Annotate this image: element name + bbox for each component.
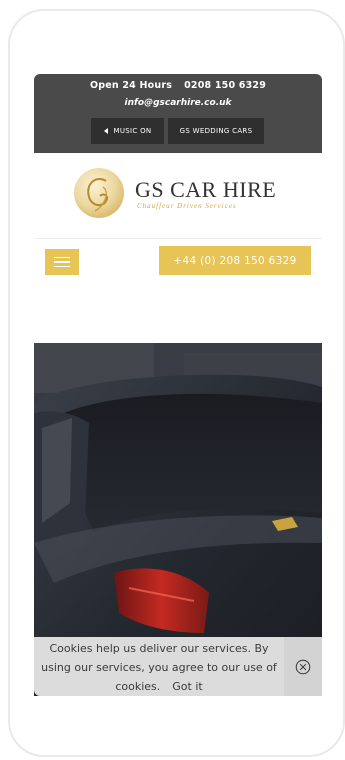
cookie-banner: Cookies help us deliver our services. By… [34, 637, 322, 696]
header-divider [34, 238, 322, 239]
cookie-message: Cookies help us deliver our services. By… [41, 642, 277, 693]
call-phone-button[interactable]: +44 (0) 208 150 6329 [159, 246, 311, 275]
logo-tagline: Chauffeur Driven Services [137, 202, 237, 210]
cookie-message-block: Cookies help us deliver our services. By… [34, 639, 284, 696]
menu-icon-line [54, 265, 70, 268]
topbar-phone-link[interactable]: 0208 150 6329 [184, 80, 266, 91]
opening-hours: Open 24 Hours [89, 80, 173, 91]
top-bar: Open 24 Hours 0208 150 6329 info@gscarhir… [34, 74, 322, 153]
logo-title: GS CAR HIRE [135, 177, 277, 202]
cookie-got-it-link[interactable]: Got it [172, 680, 202, 693]
menu-icon-line [54, 261, 70, 263]
mobile-viewport: Open 24 Hours 0208 150 6329 info@gscarhir… [34, 74, 322, 696]
logo-monogram [74, 168, 124, 218]
contact-line: Open 24 Hours 0208 150 6329 [34, 80, 322, 91]
menu-icon [54, 256, 70, 259]
wedding-cars-button[interactable]: GS WEDDING CARS [168, 118, 264, 144]
cookie-close-button[interactable] [284, 637, 322, 696]
wedding-button-label: GS WEDDING CARS [179, 127, 253, 135]
music-button-label: MUSIC ON [113, 127, 152, 135]
close-icon [295, 659, 311, 674]
speaker-icon [103, 128, 108, 134]
hamburger-menu-button[interactable] [45, 249, 79, 275]
email-link[interactable]: info@gscarhire.co.uk [34, 98, 322, 108]
music-toggle-button[interactable]: MUSIC ON [91, 118, 164, 144]
